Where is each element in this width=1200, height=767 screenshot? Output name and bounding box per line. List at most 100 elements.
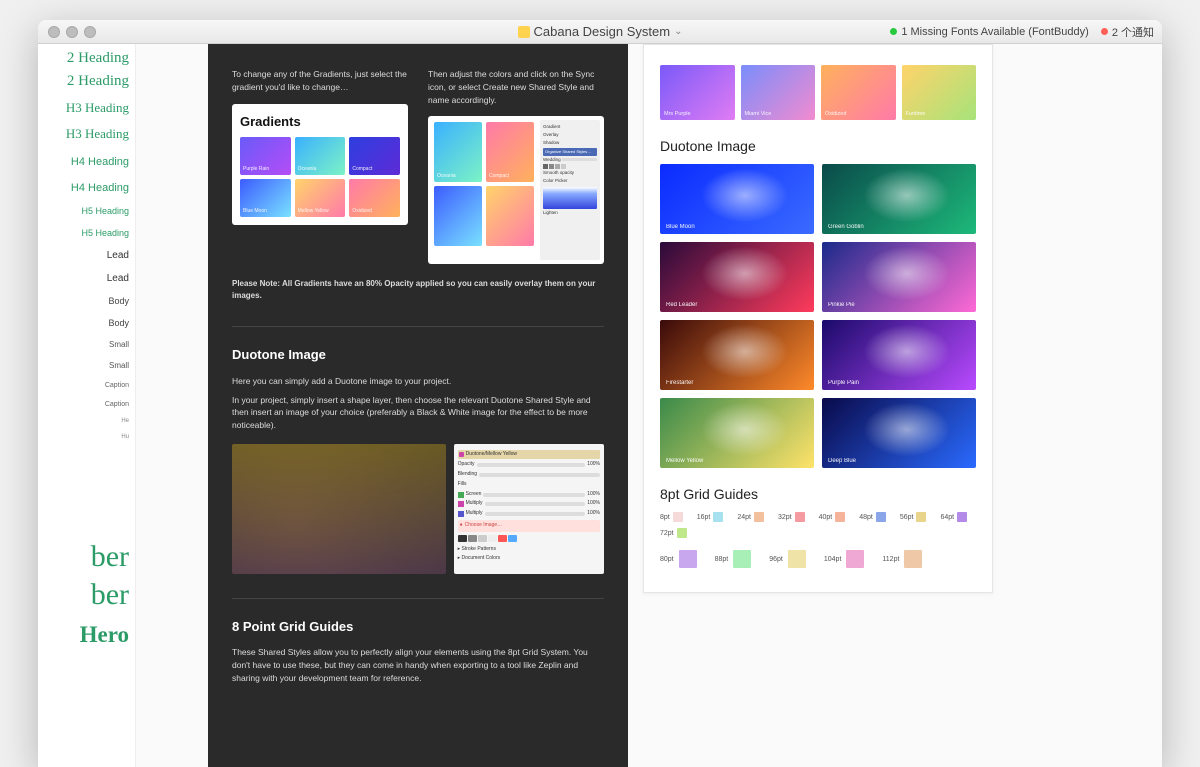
titlebar: Cabana Design System ⌄ 1 Missing Fonts A… (38, 20, 1162, 44)
type-lead: Lead (38, 273, 135, 284)
doc-text: Here you can simply add a Duotone image … (232, 375, 604, 388)
duotone-swatch[interactable]: Red Leader (660, 242, 814, 312)
doc-text: In your project, simply insert a shape l… (232, 394, 604, 432)
duotone-swatch[interactable]: Blue Moon (660, 164, 814, 234)
duotone-example-image (232, 444, 446, 574)
gradients-heading: Gradients (240, 112, 400, 132)
grid-chip: 16pt (697, 512, 724, 522)
documentation-artboard[interactable]: To change any of the Gradients, just sel… (208, 44, 628, 767)
style-icon (459, 452, 464, 457)
type-hero: Hero (38, 622, 135, 648)
gradient-swatch[interactable]: Miami Vice (741, 65, 816, 120)
type-small: Small (38, 361, 135, 370)
type-body: Body (38, 296, 135, 306)
type-h5: H5 Heading (38, 206, 135, 216)
document-icon (518, 26, 530, 38)
notifications-status[interactable]: 2 个通知 (1101, 24, 1154, 40)
grid-heading: 8pt Grid Guides (660, 486, 976, 502)
grid-chip: 48pt (859, 512, 886, 522)
chevron-down-icon: ⌄ (674, 26, 682, 37)
grid-chip: 88pt (715, 550, 752, 568)
grid-chip: 80pt (660, 550, 697, 568)
grid-chip: 8pt (660, 512, 683, 522)
grid-chip: 72pt (660, 528, 687, 538)
duotone-swatch[interactable]: Deep Blue (822, 398, 976, 468)
type-h4: H4 Heading (38, 182, 135, 194)
layer-inspector: Duotone/Mellow Yellow Opacity100% Blendi… (454, 444, 604, 574)
grid-chip: 104pt (824, 550, 865, 568)
type-h2: 2 Heading (38, 73, 135, 90)
gradient-grid: Mrs PurpleMiami ViceOxidizedFuntime (660, 65, 976, 120)
divider (232, 326, 604, 327)
gradient-swatch[interactable]: Blue Moon (240, 179, 291, 217)
type-h3: H3 Heading (38, 126, 135, 142)
gradient-swatch[interactable]: Oxidized (349, 179, 400, 217)
duotone-swatch[interactable]: Firestarter (660, 320, 814, 390)
fonts-status[interactable]: 1 Missing Fonts Available (FontBuddy) (890, 26, 1089, 38)
status-bar: 1 Missing Fonts Available (FontBuddy) 2 … (890, 24, 1154, 40)
type-h5: H5 Heading (38, 228, 135, 238)
style-inspector: Gradient Overlay Shadow Organize Shared … (540, 120, 600, 260)
duotone-swatch[interactable]: Green Goblin (822, 164, 976, 234)
gradients-inspector-card: Oceania Compact Gradient Overlay Shadow … (428, 116, 604, 264)
gradient-swatch[interactable]: Oxidized (821, 65, 896, 120)
grid-chip: 64pt (940, 512, 967, 522)
status-dot-red (1101, 28, 1108, 35)
type-caption: Caption (38, 382, 135, 389)
choose-image-button[interactable]: ●Choose Image… (458, 520, 600, 532)
type-tiny: He (38, 418, 135, 424)
duotone-swatch[interactable]: Pinkie Pie (822, 242, 976, 312)
duotone-heading: Duotone Image (232, 345, 604, 365)
grid-chip: 96pt (769, 550, 806, 568)
type-small: Small (38, 340, 135, 349)
gradient-swatch[interactable]: Purple Rain (240, 137, 291, 175)
swatch-grid: Purple RainOceaniaCompact Blue MoonMellow… (240, 137, 400, 217)
grid-chip: 112pt (882, 550, 922, 568)
app-window: Cabana Design System ⌄ 1 Missing Fonts A… (38, 20, 1162, 767)
gradient-swatch[interactable]: Compact (349, 137, 400, 175)
gradient-swatch[interactable]: Mellow Yellow (295, 179, 346, 217)
grid-heading: 8 Point Grid Guides (232, 617, 604, 637)
gradient-swatch[interactable]: Oceania (295, 137, 346, 175)
type-lead: Lead (38, 250, 135, 261)
type-caption: Caption (38, 401, 135, 408)
grid-chip: 32pt (778, 512, 805, 522)
type-h4: H4 Heading (38, 156, 135, 168)
status-dot-green (890, 28, 897, 35)
canvas[interactable]: 2 Heading 2 Heading H3 Heading H3 Headin… (38, 44, 1162, 767)
duotone-heading: Duotone Image (660, 138, 976, 154)
zoom-icon[interactable] (84, 26, 96, 38)
preview-artboard[interactable]: Mrs PurpleMiami ViceOxidizedFuntime Duot… (643, 44, 993, 593)
swatch: Oceania (434, 122, 482, 182)
type-display: ber (38, 540, 135, 574)
gradients-card: Gradients Purple RainOceaniaCompact Blue … (232, 104, 408, 226)
duotone-grid: Blue MoonGreen GoblinRed LeaderPinkie Pi… (660, 164, 976, 468)
swatch: Compact (486, 122, 534, 182)
type-display: ber (38, 578, 135, 612)
type-tiny: Hu (38, 434, 135, 440)
duotone-swatch[interactable]: Purple Pain (822, 320, 976, 390)
grid-chip: 24pt (737, 512, 764, 522)
close-icon[interactable] (48, 26, 60, 38)
doc-text: These Shared Styles allow you to perfect… (232, 646, 604, 684)
grid-chips-large: 80pt 88pt 96pt 104pt 112pt (660, 550, 976, 568)
duotone-swatch[interactable]: Mellow Yellow (660, 398, 814, 468)
doc-note: Please Note: All Gradients have an 80% O… (232, 278, 604, 302)
grid-chip: 40pt (819, 512, 846, 522)
swatch (486, 186, 534, 246)
type-body: Body (38, 318, 135, 328)
typography-artboard[interactable]: 2 Heading 2 Heading H3 Heading H3 Headin… (38, 44, 136, 767)
color-picker[interactable] (543, 187, 597, 209)
gradient-swatch[interactable]: Mrs Purple (660, 65, 735, 120)
doc-text: Then adjust the colors and click on the … (428, 68, 604, 106)
type-h3: H3 Heading (38, 100, 135, 116)
grid-chip: 56pt (900, 512, 927, 522)
minimize-icon[interactable] (66, 26, 78, 38)
shared-style-dropdown[interactable]: Organize Shared Styles… (543, 148, 597, 156)
doc-text: To change any of the Gradients, just sel… (232, 68, 408, 94)
title-text: Cabana Design System (534, 24, 671, 39)
traffic-lights[interactable] (48, 26, 96, 38)
gradient-swatch[interactable]: Funtime (902, 65, 977, 120)
divider (232, 598, 604, 599)
grid-chips-small: 8pt 16pt 24pt 32pt 40pt 48pt 56pt 64pt 72pt (660, 512, 976, 538)
